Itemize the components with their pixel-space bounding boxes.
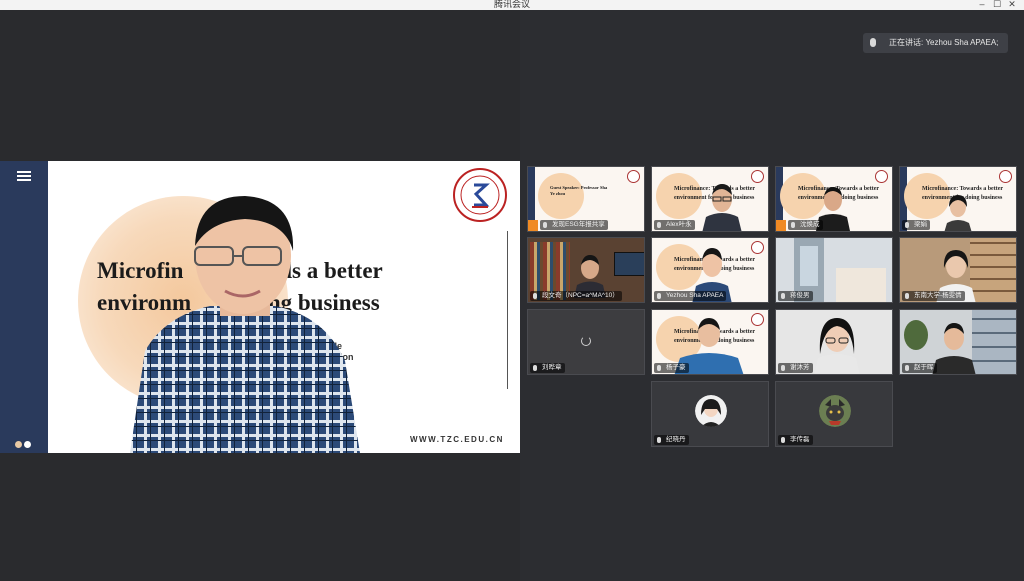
- participant-tile[interactable]: Microfinance: Towards a better environme…: [651, 309, 769, 375]
- slide-url: WWW.TZC.EDU.CN: [410, 435, 504, 444]
- participant-name: 赵于晖: [902, 363, 937, 373]
- minimize-icon[interactable]: –: [976, 0, 988, 9]
- participant-tile[interactable]: 蒋俊男: [775, 237, 893, 303]
- university-logo: [453, 168, 507, 222]
- avatar: [819, 395, 851, 427]
- participant-tile[interactable]: Microfinance: Towards a better environme…: [651, 237, 769, 303]
- participant-tile[interactable]: 段文奇（NPC=a^MA^10）: [527, 237, 645, 303]
- participant-video: [932, 323, 976, 374]
- participant-name: 东南大学-杨雯倩: [902, 291, 965, 301]
- slide-divider: [507, 231, 508, 389]
- participant-name: 李传磊: [778, 435, 813, 445]
- avatar: [695, 395, 727, 427]
- participant-tile[interactable]: 李传磊: [775, 381, 893, 447]
- participant-name: 刘晔章: [530, 363, 565, 373]
- shared-screen[interactable]: Microfin owards a better environm doing …: [0, 161, 520, 453]
- participant-video: [814, 318, 860, 374]
- tile-slide-text: Guest Speaker: Professor Sha Ye zhou: [550, 185, 608, 196]
- maximize-icon[interactable]: ☐: [991, 0, 1003, 9]
- participant-tile[interactable]: Guest Speaker: Professor Sha Ye zhou 发现E…: [527, 166, 645, 232]
- participant-name: 沈焕成: [788, 220, 823, 230]
- participant-video: [702, 184, 742, 231]
- participant-tile[interactable]: Microfinance: Towards a better environme…: [651, 166, 769, 232]
- participant-name: Alex叶永: [654, 220, 695, 230]
- host-icon: [528, 220, 538, 231]
- presenter-video: [130, 196, 360, 453]
- slide-pagination-dots: [15, 435, 33, 453]
- microphone-icon: [870, 38, 876, 47]
- participant-name: 梁娟: [902, 220, 930, 230]
- loading-spinner-icon: [581, 336, 591, 346]
- speaking-indicator: 正在讲话: Yezhou Sha APAEA;: [863, 33, 1008, 53]
- window-title: 腾讯会议: [493, 0, 530, 9]
- close-icon[interactable]: ✕: [1006, 0, 1018, 9]
- participant-tile[interactable]: 赵于晖: [899, 309, 1017, 375]
- participant-name: Yezhou Sha APAEA: [654, 291, 727, 301]
- window-titlebar: 腾讯会议 – ☐ ✕: [0, 0, 1024, 10]
- participant-video: [944, 195, 972, 231]
- menu-icon[interactable]: [17, 171, 31, 181]
- speaking-indicator-text: 正在讲话: Yezhou Sha APAEA;: [889, 38, 999, 47]
- participant-tile[interactable]: Microfinance: Towards a better environme…: [899, 166, 1017, 232]
- participant-tile[interactable]: 东南大学-杨雯倩: [899, 237, 1017, 303]
- participant-name: 蒋俊男: [778, 291, 813, 301]
- participant-name: 纪晓丹: [654, 435, 689, 445]
- slide-sidebar: [0, 161, 48, 453]
- participant-name: 发现ESG年报共享: [540, 220, 608, 230]
- participant-name: 谢沐芳: [778, 363, 813, 373]
- participant-name: 段文奇（NPC=a^MA^10）: [530, 291, 622, 301]
- participant-tile[interactable]: 刘晔章: [527, 309, 645, 375]
- participant-tile[interactable]: 纪晓丹: [651, 381, 769, 447]
- host-icon: [776, 220, 786, 231]
- participant-tile[interactable]: Microfinance: Towards a better environme…: [775, 166, 893, 232]
- participant-tile[interactable]: 谢沐芳: [775, 309, 893, 375]
- participant-name: 杨子豪: [654, 363, 689, 373]
